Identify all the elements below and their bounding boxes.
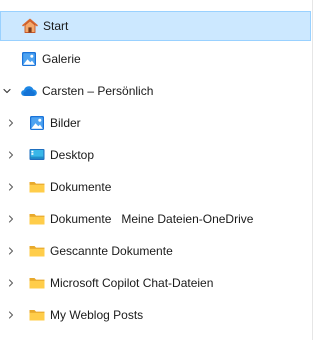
nav-item-dokumente-onedrive[interactable]: Dokumente Meine Dateien-OneDrive (0, 204, 312, 234)
nav-item-my-weblog-posts[interactable]: My Weblog Posts (0, 300, 312, 330)
onedrive-cloud-icon (20, 82, 38, 100)
chevron-right-icon[interactable] (4, 148, 18, 162)
nav-item-bilder[interactable]: Bilder (0, 108, 312, 138)
desktop-folder-icon (28, 146, 46, 164)
nav-item-label: Galerie (42, 52, 81, 66)
navigation-pane: Start Galerie Carsten – Persönlich Bilde… (0, 0, 312, 340)
gallery-icon (20, 50, 38, 68)
chevron-right-icon[interactable] (4, 116, 18, 130)
nav-item-dokumente[interactable]: Dokumente (0, 172, 312, 202)
folder-icon (28, 178, 46, 196)
folder-icon (28, 210, 46, 228)
nav-item-label: Bilder (50, 116, 81, 130)
home-icon (21, 17, 39, 35)
nav-item-desktop[interactable]: Desktop (0, 140, 312, 170)
nav-item-label: Microsoft Copilot Chat-Dateien (50, 276, 214, 290)
nav-item-label: Dokumente Meine Dateien-OneDrive (50, 212, 254, 226)
chevron-down-icon[interactable] (0, 84, 14, 98)
nav-item-onedrive[interactable]: Carsten – Persönlich (0, 76, 312, 106)
folder-icon (28, 274, 46, 292)
chevron-right-icon[interactable] (4, 212, 18, 226)
nav-item-copilot-chat-dateien[interactable]: Microsoft Copilot Chat-Dateien (0, 268, 312, 298)
folder-icon (28, 242, 46, 260)
folder-icon (28, 306, 46, 324)
nav-item-start[interactable]: Start (0, 11, 311, 41)
nav-item-label: Gescannte Dokumente (50, 244, 173, 258)
nav-item-label: Start (43, 19, 69, 33)
chevron-right-icon[interactable] (4, 244, 18, 258)
nav-item-label: Dokumente (50, 180, 112, 194)
pictures-folder-icon (28, 114, 46, 132)
nav-item-galerie[interactable]: Galerie (0, 44, 312, 74)
nav-item-gescannte-dokumente[interactable]: Gescannte Dokumente (0, 236, 312, 266)
pane-divider[interactable] (312, 0, 313, 340)
chevron-right-icon[interactable] (4, 308, 18, 322)
chevron-right-icon[interactable] (4, 276, 18, 290)
nav-item-label: Carsten – Persönlich (42, 84, 154, 98)
nav-item-label: My Weblog Posts (50, 308, 144, 322)
nav-item-label: Desktop (50, 148, 95, 162)
chevron-right-icon[interactable] (4, 180, 18, 194)
